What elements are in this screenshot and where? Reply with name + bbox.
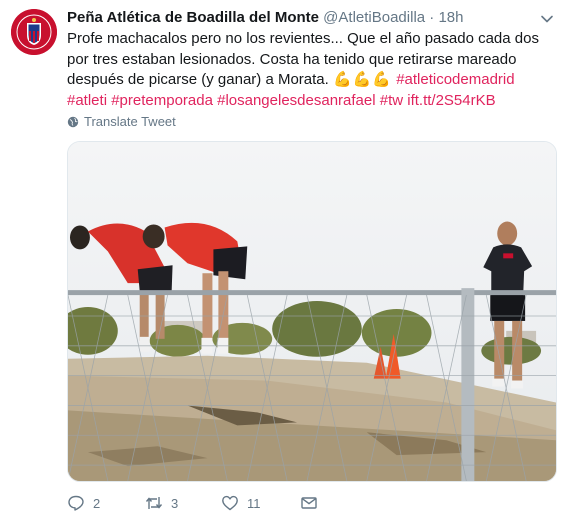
- chevron-down-icon[interactable]: [539, 11, 555, 27]
- flexed-biceps-emoji: 💪💪💪: [332, 71, 393, 88]
- hashtag-link[interactable]: #losangelesdesanrafael: [217, 92, 375, 109]
- globe-icon: [67, 116, 79, 127]
- translate-label: Translate Tweet: [84, 114, 176, 129]
- tweet-photo[interactable]: [67, 141, 557, 482]
- tweet-header: Peña Atlética de Boadilla del Monte @Atl…: [67, 8, 529, 28]
- translate-tweet[interactable]: Translate Tweet: [67, 114, 176, 129]
- tweet-actions: 2 3 11: [67, 494, 557, 514]
- retweet-button[interactable]: 3: [145, 494, 178, 512]
- retweet-count: 3: [171, 495, 179, 511]
- tweet-text: Profe machacalos pero no los revientes..…: [67, 29, 557, 111]
- like-count: 11: [247, 495, 261, 511]
- hashtag-link[interactable]: #atleti: [67, 92, 107, 109]
- display-name[interactable]: Peña Atlética de Boadilla del Monte: [67, 9, 319, 26]
- hashtag-link[interactable]: #tw: [380, 92, 403, 109]
- avatar[interactable]: [11, 9, 57, 55]
- timestamp[interactable]: 18h: [438, 9, 463, 26]
- like-icon: [222, 495, 238, 511]
- hashtag-link[interactable]: #atleticodemadrid: [396, 71, 514, 88]
- club-crest-logo: [11, 9, 57, 55]
- user-handle[interactable]: @AtletiBoadilla: [323, 9, 425, 26]
- share-icon: [301, 497, 317, 509]
- like-button[interactable]: 11: [221, 494, 261, 512]
- retweet-icon: [145, 497, 163, 509]
- reply-button[interactable]: 2: [67, 494, 100, 512]
- url-link[interactable]: ift.tt/2S54rKB: [407, 92, 495, 109]
- tweet[interactable]: Peña Atlética de Boadilla del Monte @Atl…: [0, 0, 569, 522]
- reply-count: 2: [93, 495, 101, 511]
- hashtag-link[interactable]: #pretemporada: [111, 92, 213, 109]
- training-photo: [68, 142, 556, 481]
- separator-dot: ·: [429, 9, 435, 26]
- reply-icon: [68, 495, 84, 511]
- direct-message-button[interactable]: [300, 494, 318, 512]
